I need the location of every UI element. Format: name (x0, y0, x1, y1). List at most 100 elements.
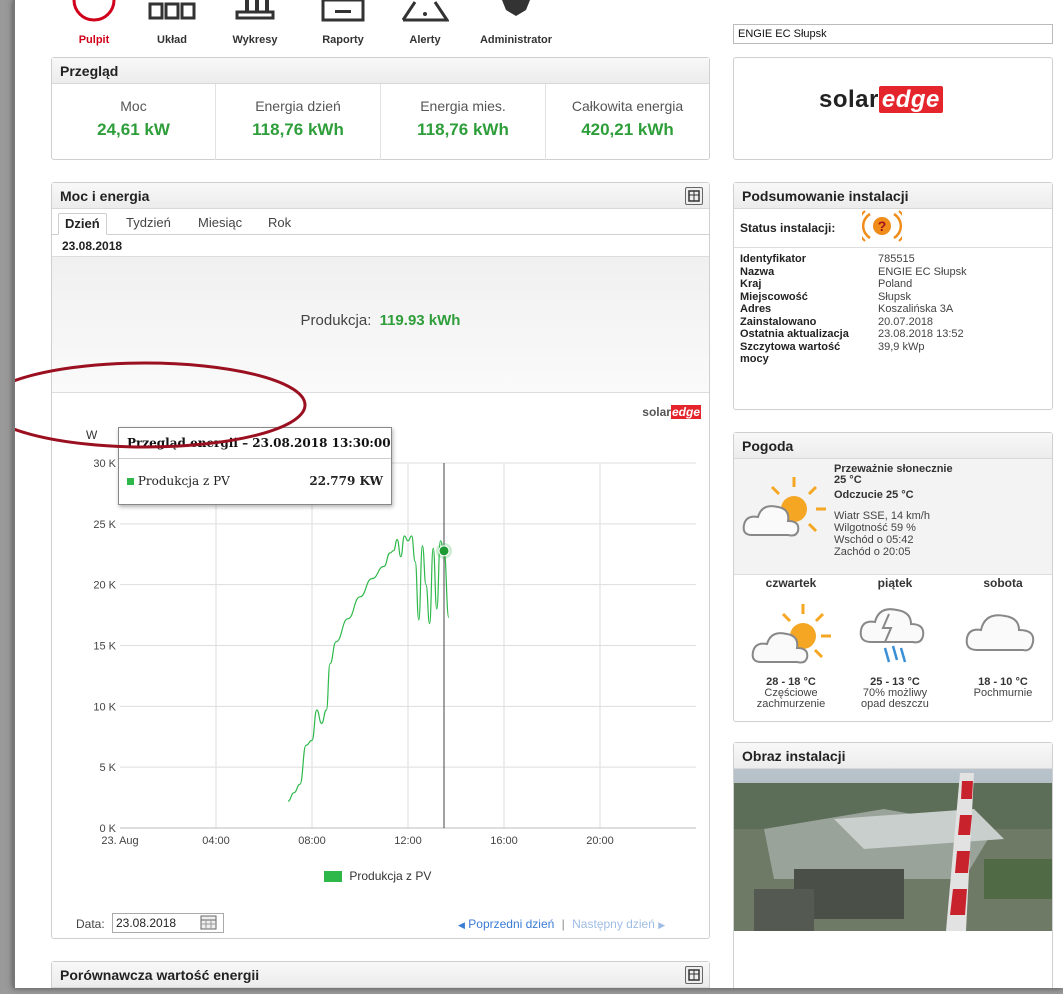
nav-alerty[interactable]: Alerty (395, 0, 455, 50)
summary-value: 39,9 kWp (878, 340, 925, 353)
summary-key: Nazwa (740, 265, 775, 278)
summary-value: ENGIE EC Słupsk (878, 265, 967, 278)
svg-text:?: ? (878, 218, 887, 234)
overview-energy-total-label: Całkowita energia (571, 98, 684, 114)
installation-photo[interactable] (734, 769, 1052, 931)
overview-energy-day-value: 118,76 kWh (252, 120, 344, 139)
tab-year[interactable]: Rok (262, 213, 297, 235)
nav-wykresy-label: Wykresy (232, 34, 278, 46)
forecast-day-3: sobota 18 - 10 °C Pochmurnie (953, 576, 1053, 699)
tab-week[interactable]: Tydzień (120, 213, 177, 235)
weather-wind: Wiatr SSE, 14 km/h (834, 510, 930, 522)
weather-feels: Odczucie 25 °C (834, 489, 914, 501)
x-tick-label: 23. Aug (101, 835, 138, 847)
nav-pulpit-label: Pulpit (78, 34, 110, 46)
forecast-day-3-desc: Pochmurnie (953, 688, 1053, 699)
power-energy-panel: Moc i energia Dzień Tydzień Miesiąc Rok … (51, 182, 710, 939)
production-line: Produkcja: 119.93 kWh (52, 312, 709, 329)
nav-pulpit[interactable]: Pulpit (69, 0, 119, 50)
calendar-icon[interactable] (200, 914, 218, 930)
y-tick-label: 15 K (93, 641, 116, 653)
summary-key: Identyfikator (740, 253, 807, 265)
brand-panel: solar edge (733, 57, 1053, 160)
x-tick-label: 20:00 (586, 835, 614, 847)
overview-energy-day: Energia dzień 118,76 kWh (216, 84, 381, 160)
nav-wykresy[interactable]: Wykresy (225, 0, 285, 50)
layout-icon (148, 2, 196, 20)
summary-key: Szczytowa wartość mocy (740, 340, 841, 365)
logo-solar-text: solar (819, 86, 879, 113)
tooltip-series-row: Produkcja z PV (127, 474, 230, 488)
nav-uklad[interactable]: Układ (145, 0, 199, 50)
tooltip-series-swatch (127, 478, 134, 485)
compare-grid-icon (688, 969, 700, 981)
tab-month[interactable]: Miesiąc (192, 213, 248, 235)
nav-raporty[interactable]: Raporty (311, 0, 375, 50)
legend-label: Produkcja z PV (349, 869, 432, 883)
status-label: Status instalacji: (740, 221, 836, 235)
summary-value: Słupsk (878, 290, 912, 303)
x-tick-label: 16:00 (490, 835, 518, 847)
forecast-day-1-name: czwartek (765, 576, 817, 590)
weather-humidity: Wilgotność 59 % (834, 522, 916, 534)
nav-alerty-label: Alerty (409, 34, 441, 46)
x-tick-label: 12:00 (394, 835, 422, 847)
nav-uklad-label: Układ (157, 34, 187, 46)
x-tick-label: 08:00 (298, 835, 326, 847)
tab-day[interactable]: Dzień (58, 213, 107, 235)
prev-arrow-icon[interactable]: ◀ (458, 920, 465, 930)
partly-sunny-icon (742, 477, 826, 537)
current-weather: Przeważnie słonecznie 25 °C Odczucie 25 … (734, 459, 1052, 575)
tooltip-series-name: Produkcja z PV (137, 474, 230, 488)
y-tick-label: 5 K (99, 762, 116, 774)
summary-title: Podsumowanie instalacji (734, 183, 1052, 209)
overview-energy-month-value: 118,76 kWh (417, 120, 509, 139)
compare-export-icon[interactable] (685, 966, 703, 984)
forecast-day-1-desc2: zachmurzenie (756, 698, 826, 710)
nav-raporty-label: Raporty (322, 34, 364, 46)
chart-legend[interactable]: Produkcja z PV (324, 869, 431, 883)
compare-title: Porównawcza wartość energii (52, 962, 709, 988)
overview-energy-total: Całkowita energia 420,21 kWh (546, 84, 709, 160)
summary-key: Ostatnia aktualizacja (740, 328, 849, 340)
summary-key: Miejscowość (740, 290, 808, 303)
weather-sunset: Zachód o 20:05 (834, 546, 911, 558)
annotation-ellipse (15, 361, 307, 449)
overview-energy-month-label: Energia mies. (420, 98, 506, 114)
overview-energy-total-value: 420,21 kWh (581, 120, 674, 139)
next-day-link[interactable]: Następny dzień (572, 917, 655, 931)
alerts-icon (401, 1, 449, 22)
dashboard-page: Pulpit Układ Wykresy Raporty Alerty Admi… (13, 0, 1063, 988)
power-energy-title: Moc i energia (52, 183, 709, 209)
forecast-day-2-name: piątek (877, 576, 913, 590)
period-tabs: Dzień Tydzień Miesiąc Rok (52, 209, 709, 235)
cloud-icon (965, 614, 1035, 652)
nav-separator: | (561, 917, 565, 931)
storm-rain-icon (859, 608, 925, 663)
production-value: 119.93 kWh (379, 312, 461, 329)
export-icon[interactable] (685, 187, 703, 205)
next-arrow-icon[interactable]: ▶ (658, 920, 665, 930)
forecast-day-3-name: sobota (983, 576, 1023, 590)
installation-image-title: Obraz instalacji (734, 743, 1052, 769)
site-selector[interactable]: ENGIE EC Słupsk (733, 24, 1053, 44)
status-unknown-icon[interactable]: ? (862, 210, 902, 242)
forecast-day-1: czwartek 28 - 18 °C Częściowe zachmurzeni… (741, 576, 841, 710)
weather-sunrise: Wschód o 05:42 (834, 534, 914, 546)
tooltip-value: 22.779 KW (309, 474, 383, 488)
chart-grid (120, 462, 696, 829)
installation-summary-panel: Podsumowanie instalacji Status instalacj… (733, 182, 1053, 410)
overview-power: Moc 24,61 kW (52, 84, 216, 160)
summary-key: Adres (740, 303, 772, 315)
overview-title: Przegląd (52, 58, 709, 84)
x-axis-ticks: 23. Aug 04:00 08:00 12:00 16:00 20:00 (101, 835, 613, 847)
selected-date: 23.08.2018 (52, 235, 709, 257)
highlight-point[interactable] (438, 545, 450, 557)
prev-day-link[interactable]: Poprzedni dzień (468, 917, 554, 931)
y-tick-label: 25 K (93, 519, 116, 531)
nav-administrator[interactable]: Administrator (463, 0, 569, 50)
export-grid-icon (688, 190, 700, 202)
overview-energy-day-label: Energia dzień (255, 98, 341, 114)
y-tick-label: 0 K (99, 823, 116, 835)
forecast-day-1-desc: Częściowe zachmurzenie (741, 688, 841, 710)
